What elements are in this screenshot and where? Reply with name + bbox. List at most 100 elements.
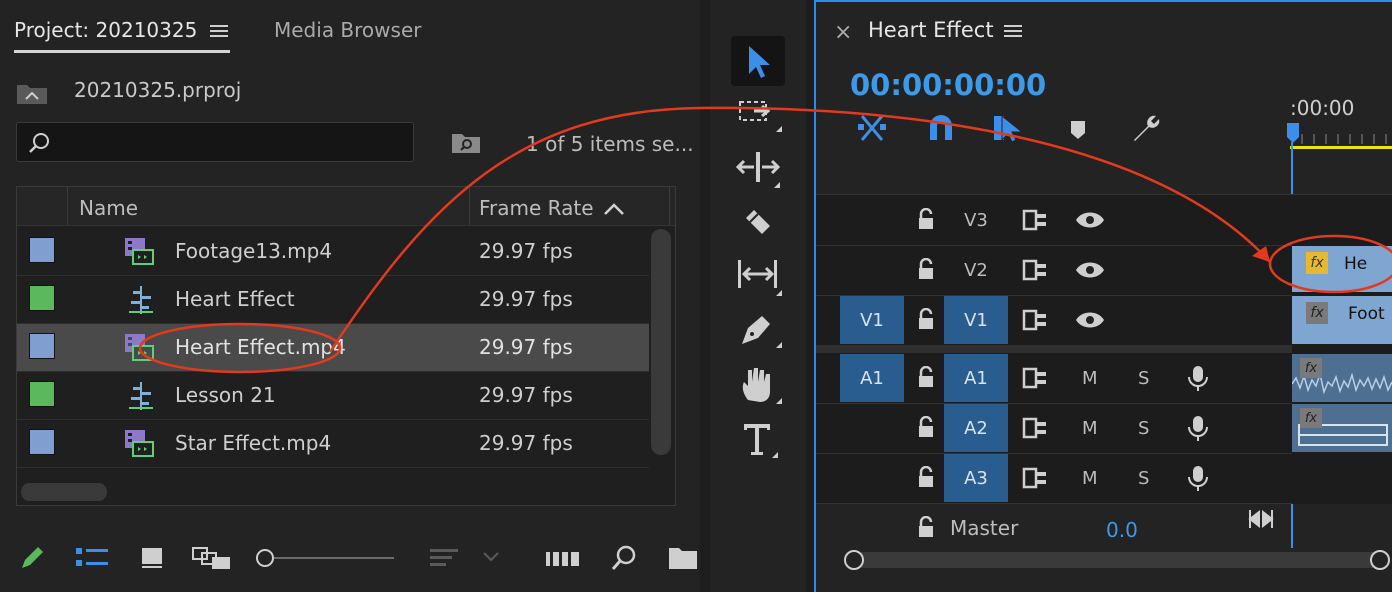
table-row[interactable]: Lesson 21 29.97 fps — [17, 372, 649, 420]
track-select-icon[interactable] — [738, 98, 784, 138]
solo-button[interactable]: S — [1138, 468, 1149, 489]
zoom-slider-thumb[interactable] — [256, 549, 274, 567]
automate-to-sequence-icon[interactable] — [546, 548, 580, 568]
fx-badge[interactable]: fx — [1300, 358, 1322, 378]
clip-audio-a1[interactable]: fx — [1292, 354, 1392, 402]
sync-lock-icon[interactable] — [1022, 258, 1050, 282]
zoom-handle-left[interactable] — [844, 550, 864, 570]
freeform-view-icon[interactable] — [192, 546, 232, 570]
slip-icon[interactable] — [736, 256, 782, 296]
mute-button[interactable]: M — [1082, 418, 1098, 439]
track-v1-label[interactable]: V1 — [944, 296, 1008, 344]
clip-heart-effect-v2[interactable]: fx He — [1292, 246, 1392, 292]
column-header-frame-rate[interactable]: Frame Rate — [479, 196, 594, 220]
wrench-icon[interactable] — [1128, 112, 1162, 146]
track-a1-label[interactable]: A1 — [944, 354, 1008, 402]
chevron-down-icon[interactable] — [482, 550, 500, 564]
track-a2-label[interactable]: A2 — [944, 404, 1008, 452]
label-swatch[interactable] — [29, 285, 55, 311]
razor-icon[interactable] — [740, 204, 776, 240]
mute-button[interactable]: M — [1082, 368, 1098, 389]
track-a3-label[interactable]: A3 — [944, 454, 1008, 502]
table-row[interactable]: Star Effect.mp4 29.97 fps — [17, 420, 649, 468]
nest-sequence-icon[interactable] — [856, 112, 888, 144]
lock-icon[interactable] — [916, 258, 936, 282]
eye-icon[interactable] — [1074, 208, 1106, 232]
eye-icon[interactable] — [1074, 308, 1106, 332]
mute-button[interactable]: M — [1082, 468, 1098, 489]
microphone-icon[interactable] — [1186, 364, 1210, 394]
table-row[interactable]: Footage13.mp4 29.97 fps — [17, 228, 649, 276]
lock-icon[interactable] — [916, 208, 936, 232]
panel-menu-icon[interactable] — [1002, 22, 1024, 40]
track-v2-label[interactable]: V2 — [944, 246, 1008, 294]
sort-ascending-icon[interactable] — [603, 201, 625, 217]
playhead-timecode[interactable]: 00:00:00:00 — [850, 68, 1046, 102]
pencil-icon[interactable] — [18, 544, 46, 572]
source-patch-a1[interactable]: A1 — [840, 354, 904, 402]
lock-icon[interactable] — [916, 416, 936, 440]
lock-icon[interactable] — [916, 516, 936, 540]
table-row[interactable]: Heart Effect 29.97 fps — [17, 276, 649, 324]
bin-up-icon[interactable] — [16, 80, 48, 106]
solo-button[interactable]: S — [1138, 418, 1149, 439]
list-view-icon[interactable] — [76, 546, 110, 570]
item-name: Heart Effect.mp4 — [175, 335, 346, 359]
add-marker-icon[interactable] — [1068, 118, 1088, 142]
sequence-icon — [129, 382, 153, 410]
zoom-slider[interactable] — [256, 548, 394, 568]
column-header-name[interactable]: Name — [79, 196, 138, 220]
sync-lock-icon[interactable] — [1022, 208, 1050, 232]
lock-icon[interactable] — [916, 466, 936, 490]
find-icon[interactable] — [610, 544, 638, 572]
label-swatch[interactable] — [29, 333, 55, 359]
item-frame-rate: 29.97 fps — [479, 431, 573, 455]
timeline-zoom-scrollbar[interactable] — [844, 550, 1392, 570]
master-volume-value[interactable]: 0.0 — [1106, 518, 1138, 542]
new-bin-icon[interactable] — [668, 546, 698, 570]
panel-menu-icon[interactable] — [208, 22, 230, 40]
table-row-selected[interactable]: Heart Effect.mp4 29.97 fps — [17, 324, 649, 372]
sync-lock-icon[interactable] — [1022, 366, 1050, 390]
type-icon[interactable] — [740, 420, 780, 460]
find-icon[interactable] — [450, 128, 482, 156]
linked-selection-icon[interactable] — [992, 112, 1028, 144]
lock-icon[interactable] — [916, 366, 936, 390]
clip-audio-a2[interactable]: fx — [1292, 404, 1392, 452]
zoom-handle-right[interactable] — [1370, 550, 1390, 570]
label-swatch[interactable] — [29, 429, 55, 455]
label-swatch[interactable] — [29, 381, 55, 407]
ripple-edit-icon[interactable] — [736, 150, 782, 190]
microphone-icon[interactable] — [1186, 464, 1210, 494]
track-v3-label[interactable]: V3 — [944, 196, 1008, 244]
clip-footage-v1[interactable]: fx Foot — [1292, 296, 1392, 344]
label-swatch[interactable] — [29, 237, 55, 263]
go-to-in-out-icon[interactable] — [1248, 508, 1274, 530]
selection-tool[interactable] — [731, 36, 785, 86]
hand-icon[interactable] — [738, 364, 782, 406]
vertical-scrollbar[interactable] — [651, 229, 671, 455]
solo-button[interactable]: S — [1138, 368, 1149, 389]
sync-lock-icon[interactable] — [1022, 416, 1050, 440]
lock-icon[interactable] — [916, 308, 936, 332]
eye-icon[interactable] — [1074, 258, 1106, 282]
sequence-tab-title[interactable]: Heart Effect — [868, 18, 994, 42]
horizontal-scrollbar[interactable] — [21, 483, 107, 501]
fx-badge[interactable]: fx — [1300, 408, 1322, 428]
time-ruler[interactable] — [1290, 126, 1392, 150]
tab-project[interactable]: Project: 20210325 — [14, 18, 197, 42]
playhead-handle[interactable] — [1286, 122, 1300, 146]
tab-media-browser[interactable]: Media Browser — [274, 18, 421, 42]
sync-lock-icon[interactable] — [1022, 466, 1050, 490]
close-tab-button[interactable]: × — [834, 20, 852, 45]
icon-view-icon[interactable] — [140, 546, 164, 570]
microphone-icon[interactable] — [1186, 414, 1210, 444]
pen-icon[interactable] — [738, 310, 782, 350]
source-patch-v1[interactable]: V1 — [840, 296, 904, 344]
fx-badge[interactable]: fx — [1306, 252, 1328, 274]
sort-icons-icon[interactable] — [430, 546, 460, 570]
fx-badge[interactable]: fx — [1306, 302, 1328, 324]
sync-lock-icon[interactable] — [1022, 308, 1050, 332]
snap-magnet-icon[interactable] — [926, 114, 956, 144]
search-input[interactable] — [16, 122, 414, 162]
